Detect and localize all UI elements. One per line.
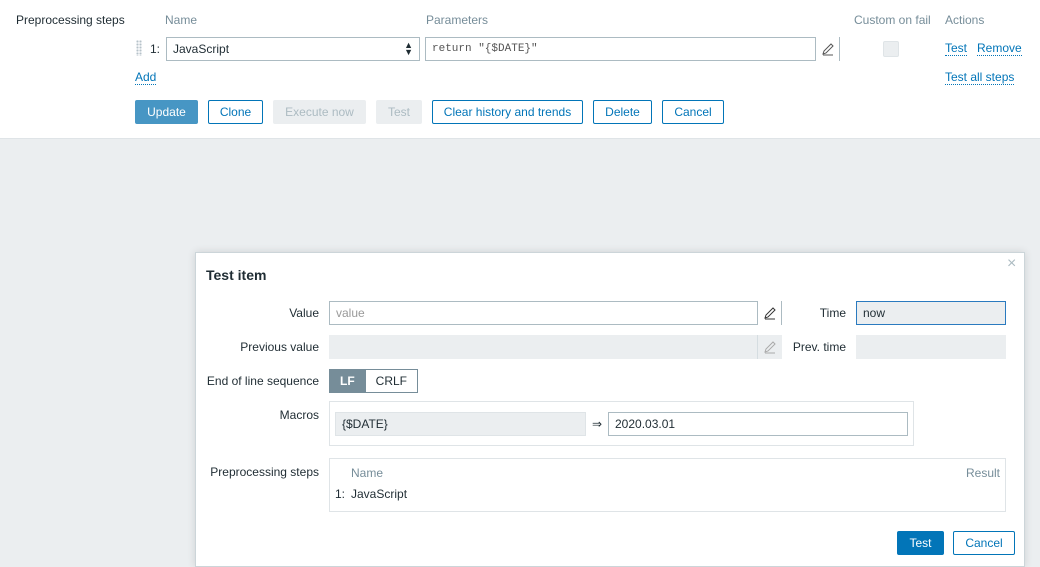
macros-box: {$DATE} ⇒ 2020.03.01	[329, 401, 914, 446]
step-type-value: JavaScript	[173, 42, 230, 56]
macro-value-input[interactable]: 2020.03.01	[608, 412, 908, 436]
time-input[interactable]: now	[856, 301, 1006, 325]
macro-value: 2020.03.01	[615, 417, 676, 431]
value-label: Value	[289, 306, 319, 320]
select-arrows-icon: ▲ ▼	[404, 40, 413, 57]
header-custom-on-fail: Custom on fail	[854, 13, 931, 27]
step-index: 1:	[150, 42, 161, 56]
close-icon[interactable]: ×	[1007, 255, 1016, 273]
header-name: Name	[165, 13, 198, 27]
eol-label: End of line sequence	[206, 374, 319, 388]
drag-handle-icon[interactable]	[136, 40, 142, 56]
update-button[interactable]: Update	[135, 100, 198, 124]
macro-name-field: {$DATE}	[335, 412, 586, 436]
test-all-steps-link[interactable]: Test all steps	[945, 71, 1015, 85]
steps-table: Name Result 1: JavaScript	[329, 458, 1006, 512]
eol-toggle: LF CRLF	[329, 369, 419, 393]
prev-time-label: Prev. time	[792, 340, 846, 354]
eol-option-crlf[interactable]: CRLF	[365, 369, 419, 393]
clear-history-button[interactable]: Clear history and trends	[432, 100, 583, 124]
steps-header-result: Result	[965, 466, 1000, 480]
pencil-icon[interactable]	[815, 37, 839, 61]
macro-arrow: ⇒	[592, 417, 603, 431]
test-item-dialog: Test item × Value value Time now Previou…	[195, 252, 1025, 567]
dialog-cancel-button[interactable]: Cancel	[953, 531, 1015, 555]
header-actions: Actions	[945, 13, 985, 27]
step-type-select[interactable]: JavaScript ▲ ▼	[166, 37, 420, 61]
previous-value-label: Previous value	[240, 340, 319, 354]
steps-label: Preprocessing steps	[210, 465, 319, 479]
preprocessing-steps-label: Preprocessing steps	[16, 13, 125, 27]
step-test-link[interactable]: Test	[945, 42, 968, 56]
execute-now-button[interactable]: Execute now	[273, 100, 366, 124]
value-placeholder: value	[336, 306, 365, 320]
step-parameter-input[interactable]: return "{$DATE}"	[425, 37, 840, 61]
prev-time-input[interactable]	[856, 335, 1006, 359]
step-row-name: JavaScript	[351, 487, 408, 501]
delete-button[interactable]: Delete	[593, 100, 652, 124]
custom-on-fail-checkbox[interactable]	[883, 41, 899, 57]
step-parameter-value: return "{$DATE}"	[432, 43, 538, 55]
time-value: now	[863, 306, 886, 320]
step-row-index: 1:	[335, 487, 346, 501]
dialog-title: Test item	[206, 267, 267, 283]
header-parameters: Parameters	[426, 13, 489, 27]
test-button[interactable]: Test	[376, 100, 422, 124]
macro-name: {$DATE}	[342, 417, 388, 431]
steps-header-name: Name	[351, 466, 384, 480]
dialog-test-button[interactable]: Test	[897, 531, 944, 555]
step-remove-link[interactable]: Remove	[977, 42, 1022, 56]
clone-button[interactable]: Clone	[208, 100, 263, 124]
eol-option-lf[interactable]: LF	[329, 369, 366, 393]
add-step-link[interactable]: Add	[135, 71, 157, 85]
pencil-icon[interactable]	[757, 301, 781, 325]
time-label: Time	[819, 306, 846, 320]
item-form-panel: Preprocessing steps Name Parameters Cust…	[0, 0, 1040, 139]
macros-label: Macros	[279, 408, 319, 422]
cancel-button[interactable]: Cancel	[662, 100, 724, 124]
previous-value-input[interactable]	[329, 335, 782, 359]
value-input[interactable]: value	[329, 301, 782, 325]
